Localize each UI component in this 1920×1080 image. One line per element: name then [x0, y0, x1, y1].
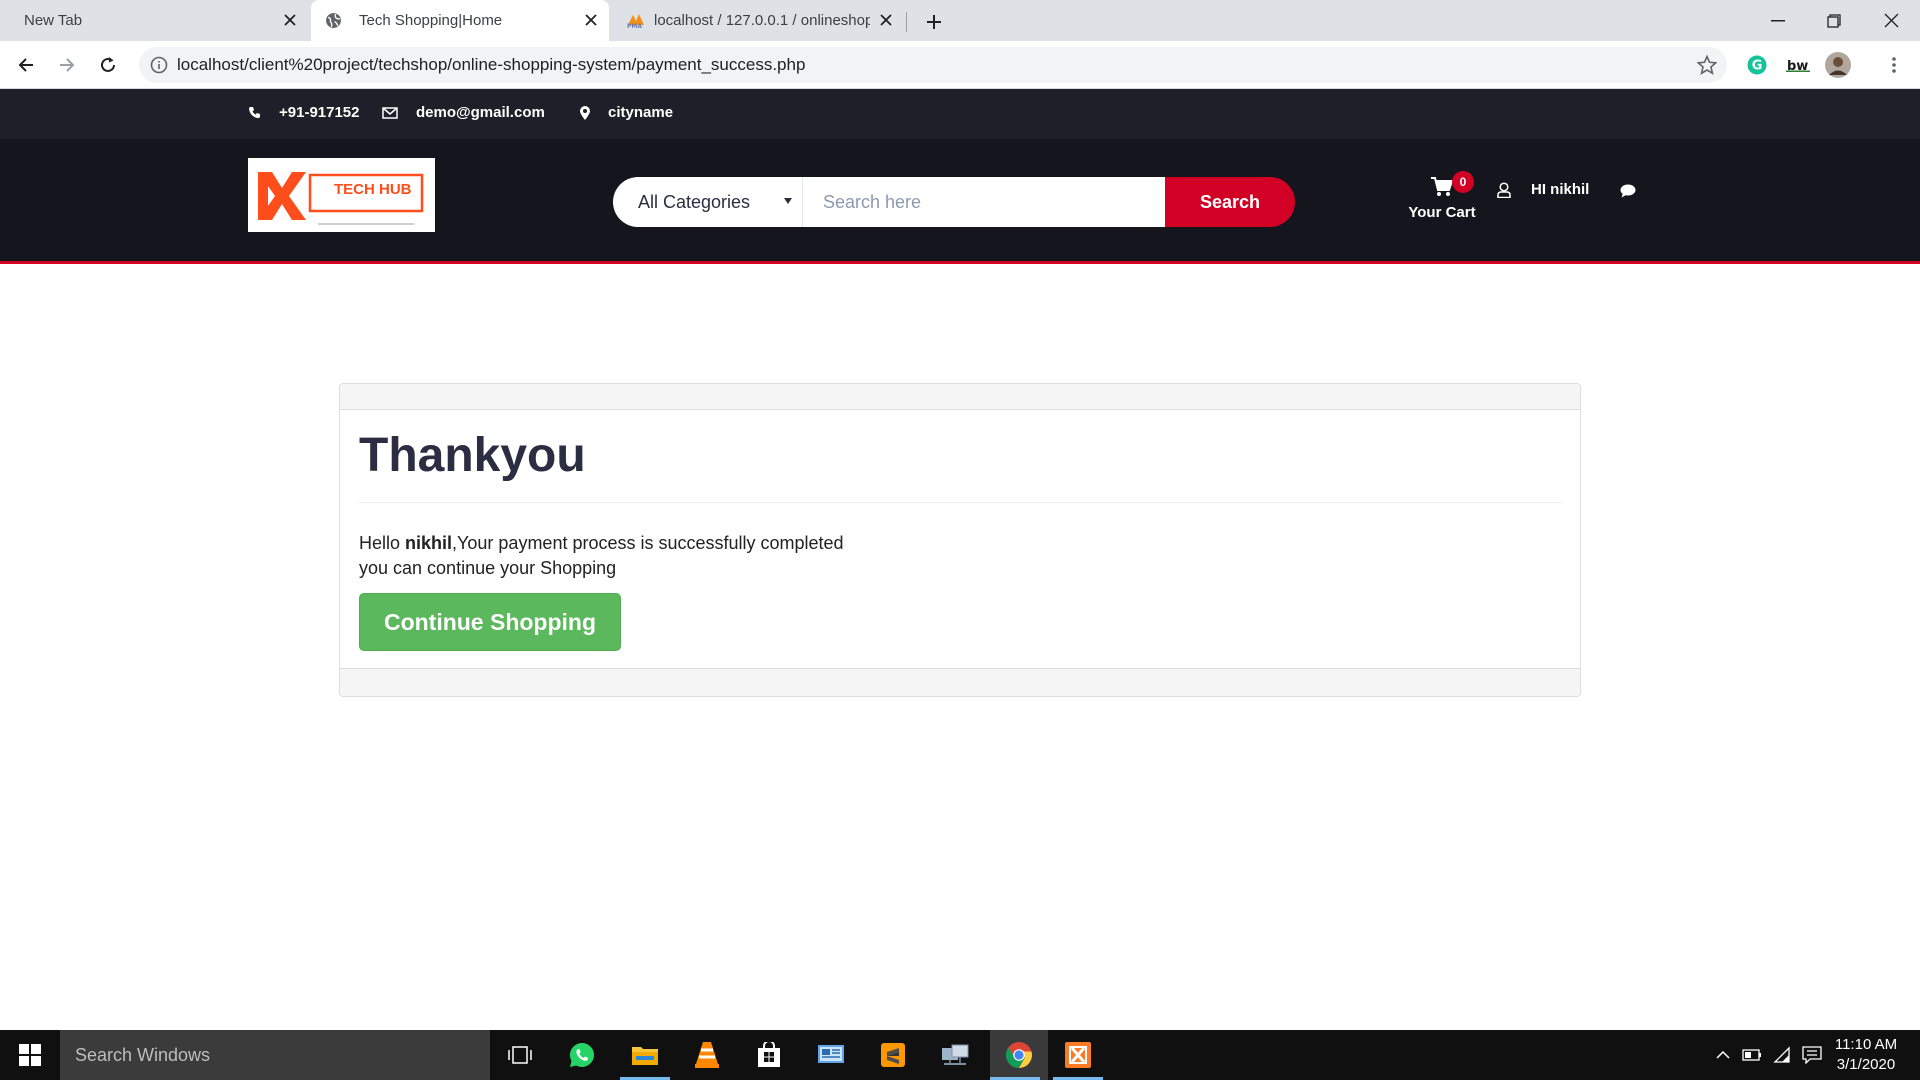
bw-extension-icon[interactable]: bw	[1784, 53, 1814, 77]
user-icon	[1497, 181, 1511, 198]
cart-link[interactable]: 0 Your Cart	[1400, 171, 1484, 227]
tab-title: New Tab	[24, 12, 83, 29]
network-icon[interactable]	[930, 1030, 980, 1080]
vlc-icon[interactable]	[682, 1030, 732, 1080]
grammarly-icon[interactable]: G	[1745, 53, 1769, 77]
taskbar-search-text: Search Windows	[75, 1044, 211, 1065]
notification-icon[interactable]	[1798, 1030, 1826, 1080]
minimize-icon[interactable]	[1749, 0, 1807, 41]
email-text: demo@gmail.com	[416, 104, 545, 121]
user-account-link[interactable]: HI nikhil	[1497, 181, 1589, 198]
phone-text: +91-917152	[279, 104, 360, 121]
phpmyadmin-icon: PMA	[626, 12, 648, 28]
map-marker-icon	[580, 105, 590, 120]
browser-toolbar: localhost/client%20project/techshop/onli…	[0, 41, 1920, 89]
header-location[interactable]: cityname	[580, 104, 673, 121]
tab-title: localhost / 127.0.0.1 / onlineshop	[654, 12, 870, 29]
tab-new-tab[interactable]: New Tab	[0, 0, 308, 41]
task-view-icon[interactable]	[495, 1030, 545, 1080]
url-text[interactable]: localhost/client%20project/techshop/onli…	[177, 55, 805, 75]
info-icon[interactable]	[150, 56, 168, 74]
svg-text:G: G	[1752, 59, 1763, 74]
whatsapp-icon[interactable]	[557, 1030, 607, 1080]
wifi-icon[interactable]	[1768, 1030, 1796, 1080]
message-text: ,Your payment process is successfully co…	[452, 533, 844, 553]
address-bar[interactable]: localhost/client%20project/techshop/onli…	[139, 47, 1727, 83]
category-select[interactable]: All Categories	[613, 177, 803, 227]
chat-bubble-icon[interactable]	[1620, 184, 1636, 198]
clock-time: 11:10 AM	[1834, 1036, 1898, 1053]
windows-taskbar: Search Windows 11:10 AM 3/1/2020	[0, 1030, 1920, 1080]
file-explorer-icon[interactable]	[620, 1030, 670, 1080]
globe-icon	[325, 12, 342, 29]
forward-arrow-icon[interactable]	[55, 53, 79, 77]
caret-down-icon	[784, 198, 792, 204]
shopping-cart-icon	[1431, 177, 1453, 197]
tab-divider	[906, 12, 907, 32]
taskbar-clock[interactable]: 11:10 AM 3/1/2020	[1830, 1035, 1902, 1075]
reload-icon[interactable]	[96, 53, 120, 77]
chevron-up-icon[interactable]	[1710, 1030, 1736, 1080]
site-main-header: TECH HUB All Categories Search 0 Your Ca…	[0, 139, 1920, 264]
battery-icon[interactable]	[1738, 1030, 1766, 1080]
user-greeting: HI nikhil	[1531, 181, 1590, 198]
bw-label: bw	[1787, 59, 1808, 72]
panel-footer	[340, 668, 1580, 696]
search-input[interactable]	[803, 177, 1165, 227]
chrome-icon[interactable]	[990, 1030, 1048, 1080]
back-arrow-icon[interactable]	[14, 53, 38, 77]
sublime-text-icon[interactable]	[868, 1030, 918, 1080]
payment-message: Hello nikhil,Your payment process is suc…	[359, 531, 844, 581]
location-text: cityname	[608, 104, 674, 121]
new-tab-plus-icon[interactable]	[922, 10, 946, 34]
tab-phpmyadmin[interactable]: PMA localhost / 127.0.0.1 / onlineshop	[612, 0, 904, 41]
store-icon[interactable]	[744, 1030, 794, 1080]
windows-start-icon[interactable]	[0, 1030, 60, 1080]
close-icon[interactable]	[583, 12, 599, 28]
cart-label: Your Cart	[1408, 204, 1476, 221]
close-icon[interactable]	[878, 12, 894, 28]
cart-qty-badge: 0	[1452, 171, 1474, 193]
search-button[interactable]: Search	[1165, 177, 1295, 227]
hello-text: Hello	[359, 533, 406, 553]
control-panel-icon[interactable]	[806, 1030, 856, 1080]
panel-heading	[340, 384, 1580, 410]
tab-tech-shopping[interactable]: Tech Shopping|Home	[311, 0, 609, 41]
tab-title: Tech Shopping|Home	[359, 12, 503, 29]
phone-icon	[249, 107, 260, 119]
envelope-icon	[382, 106, 398, 119]
message-line2: you can continue your Shopping	[359, 558, 617, 578]
divider	[359, 502, 1561, 503]
profile-avatar[interactable]	[1825, 52, 1851, 78]
thankyou-heading: Thankyou	[359, 429, 586, 482]
site-top-bar: +91-917152 demo@gmail.com cityname	[0, 89, 1920, 139]
close-icon[interactable]	[282, 12, 298, 28]
header-email[interactable]: demo@gmail.com	[382, 104, 545, 121]
continue-shopping-button[interactable]: Continue Shopping	[359, 593, 621, 651]
taskbar-search-input[interactable]: Search Windows	[60, 1030, 490, 1080]
more-menu-icon[interactable]	[1882, 53, 1906, 77]
close-window-icon[interactable]	[1862, 0, 1920, 41]
search-form: All Categories Search	[613, 177, 1295, 227]
clock-date: 3/1/2020	[1836, 1056, 1896, 1073]
username-text: nikhil	[405, 533, 453, 553]
logo-text: TECH HUB	[334, 181, 412, 198]
restore-icon[interactable]	[1805, 0, 1863, 41]
browser-tab-strip: New Tab Tech Shopping|Home PMA localhost…	[0, 0, 1920, 41]
header-phone[interactable]: +91-917152	[248, 104, 360, 121]
svg-text:PMA: PMA	[627, 23, 642, 28]
xampp-icon[interactable]	[1053, 1030, 1103, 1080]
bookmark-star-icon[interactable]	[1697, 55, 1717, 75]
category-selected-text: All Categories	[638, 191, 751, 212]
payment-success-panel: Thankyou Hello nikhil,Your payment proce…	[339, 383, 1581, 697]
